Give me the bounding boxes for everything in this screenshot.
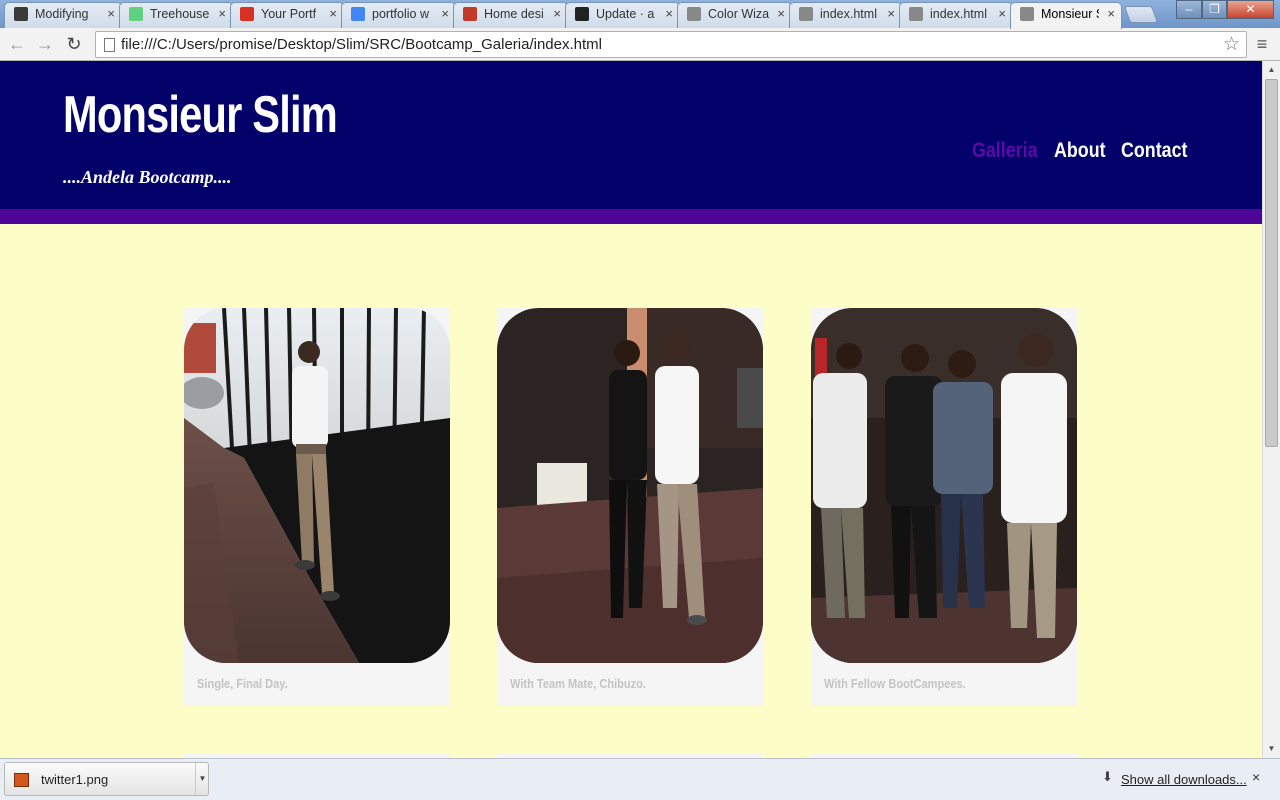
tab-title: Monsieur S (1041, 7, 1099, 21)
tab-close-icon[interactable]: × (441, 3, 449, 25)
address-bar[interactable]: file:///C:/Users/promise/Desktop/Slim/SR… (95, 31, 1247, 58)
site-tagline: ....Andela Bootcamp.... (63, 167, 232, 187)
tab-title: Color Wiza (708, 7, 769, 21)
page-icon (104, 38, 115, 52)
paint-icon (463, 7, 477, 21)
browser-tab[interactable]: index.html × (899, 2, 1013, 29)
scroll-up-arrow-icon[interactable]: ▲ (1263, 63, 1280, 77)
back-arrow-icon[interactable]: ← (5, 32, 29, 56)
document-icon (14, 7, 28, 21)
scrollbar-thumb[interactable] (1265, 79, 1278, 447)
download-options-chevron-icon[interactable]: ▼ (195, 763, 209, 795)
tab-title: index.html (930, 7, 987, 21)
tab-close-icon[interactable]: × (1107, 3, 1115, 25)
gallery-photo[interactable] (497, 308, 763, 663)
nav-galleria-link[interactable]: Galleria (972, 139, 1038, 163)
vertical-scrollbar[interactable]: ▲ ▼ (1262, 61, 1280, 758)
tab-title: Update · a (596, 7, 655, 21)
page-icon (909, 7, 923, 21)
download-filename[interactable]: twitter1.png (41, 772, 108, 787)
download-arrow-icon: ⬇ (1102, 769, 1113, 784)
tab-title: index.html (820, 7, 877, 21)
browser-tab[interactable]: Modifying × (4, 2, 122, 29)
gallery-card[interactable]: Single, Final Day. (184, 308, 450, 706)
gallery-caption: With Team Mate, Chibuzo. (510, 676, 646, 691)
tab-close-icon[interactable]: × (553, 3, 561, 25)
tab-close-icon[interactable]: × (665, 3, 673, 25)
gmail-icon (240, 7, 254, 21)
minimize-button[interactable]: – (1176, 0, 1202, 19)
scroll-down-arrow-icon[interactable]: ▼ (1263, 742, 1280, 756)
site-brand[interactable]: Monsieur Slim (63, 85, 338, 145)
tab-title: portfolio w (372, 7, 429, 21)
browser-tab[interactable]: index.html × (789, 2, 902, 29)
download-item[interactable]: twitter1.png ▼ (4, 762, 209, 796)
tab-title: Treehouse (150, 7, 210, 21)
tab-title: Modifying (35, 7, 89, 21)
browser-toolbar: ← → ↻ file:///C:/Users/promise/Desktop/S… (0, 28, 1280, 61)
chrome-menu-icon[interactable]: ≡ (1252, 32, 1272, 56)
tab-close-icon[interactable]: × (218, 3, 226, 25)
nav-about-link[interactable]: About (1054, 139, 1106, 163)
tab-title: Your Portf (261, 7, 317, 21)
forward-arrow-icon[interactable]: → (33, 32, 57, 56)
image-file-icon (14, 773, 29, 787)
tab-strip: Modifying × Treehouse × Your Portf × portfolio… (0, 0, 1280, 29)
show-all-downloads-link[interactable]: Show all downloads... (1121, 772, 1247, 787)
browser-tab[interactable]: Color Wiza × (677, 2, 792, 29)
site-header: Monsieur Slim ....Andela Bootcamp.... Ga… (0, 61, 1262, 224)
browser-tab[interactable]: portfolio w × (341, 2, 456, 29)
browser-tab[interactable]: Monsieur S × (1010, 2, 1122, 29)
page-viewport: Monsieur Slim ....Andela Bootcamp.... Ga… (0, 61, 1262, 758)
new-tab-button[interactable] (1123, 6, 1159, 23)
bookmark-star-icon[interactable]: ☆ (1223, 33, 1240, 56)
tab-close-icon[interactable]: × (329, 3, 337, 25)
github-icon (575, 7, 589, 21)
nav-contact-link[interactable]: Contact (1121, 139, 1187, 163)
tab-close-icon[interactable]: × (887, 3, 895, 25)
gallery-caption: Single, Final Day. (197, 676, 288, 691)
gallery-card[interactable]: With Team Mate, Chibuzo. (497, 308, 763, 706)
gallery-caption: With Fellow BootCampees. (824, 676, 966, 691)
reload-icon[interactable]: ↻ (62, 32, 86, 56)
tab-title: Home desi (484, 7, 544, 21)
google-icon (351, 7, 365, 21)
page-icon (799, 7, 813, 21)
close-window-button[interactable]: ✕ (1227, 0, 1274, 19)
download-shelf: twitter1.png ▼ ⬇ Show all downloads... × (0, 758, 1280, 800)
page-icon (687, 7, 701, 21)
close-shelf-icon[interactable]: × (1252, 769, 1260, 785)
maximize-button[interactable]: ❐ (1202, 0, 1227, 19)
gallery-photo[interactable] (184, 308, 450, 663)
tab-close-icon[interactable]: × (777, 3, 785, 25)
gallery-card[interactable]: With Fellow BootCampees. (811, 308, 1077, 706)
tab-close-icon[interactable]: × (107, 3, 115, 25)
browser-tab[interactable]: Treehouse × (119, 2, 233, 29)
browser-tab[interactable]: Home desi × (453, 2, 568, 29)
gallery-photo[interactable] (811, 308, 1077, 663)
page-icon (1020, 7, 1034, 21)
treehouse-icon (129, 7, 143, 21)
tab-close-icon[interactable]: × (998, 3, 1006, 25)
address-text[interactable]: file:///C:/Users/promise/Desktop/Slim/SR… (121, 36, 602, 53)
browser-tab[interactable]: Update · a × (565, 2, 680, 29)
browser-tab[interactable]: Your Portf × (230, 2, 344, 29)
